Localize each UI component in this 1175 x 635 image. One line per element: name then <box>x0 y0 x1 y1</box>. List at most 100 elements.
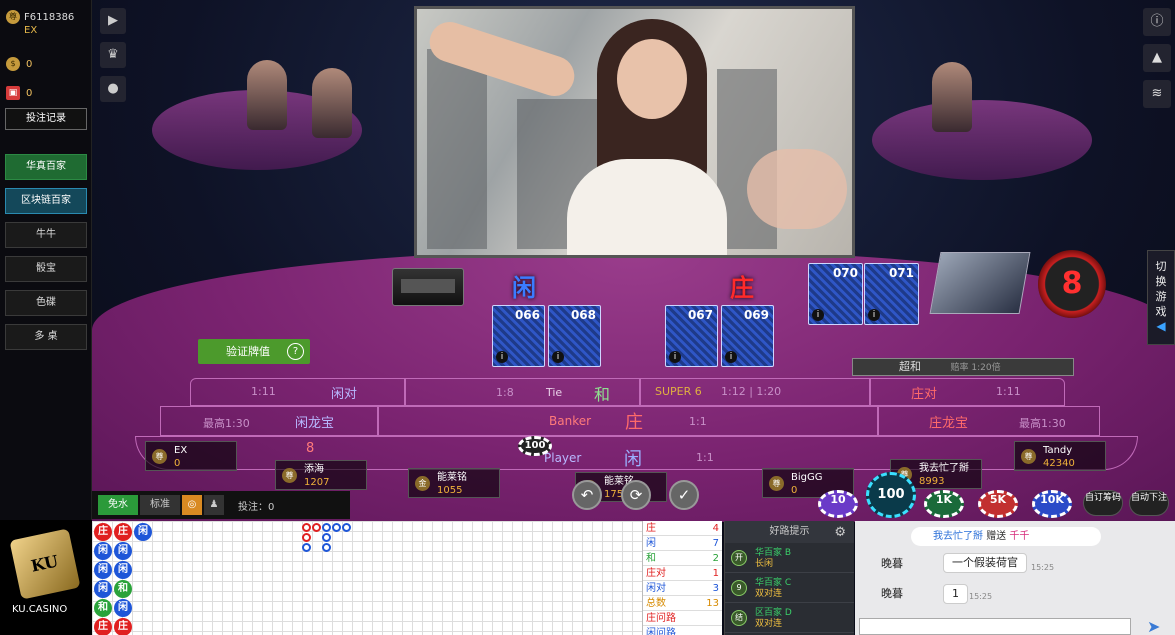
extra-card[interactable]: 070 i <box>808 263 863 325</box>
player-seat[interactable]: 尊 Tandy 42340 <box>1014 441 1106 471</box>
bead-result: 闲 <box>134 523 152 541</box>
bead-result: 闲 <box>114 599 132 617</box>
chip-100[interactable]: 100 <box>866 472 916 518</box>
chip-10k[interactable]: 10K <box>1032 490 1072 518</box>
bet-zone-banker-dragon[interactable]: 庄龙宝 最高1:30 <box>878 406 1100 436</box>
zone-label: 和 <box>594 385 611 404</box>
seat-amount: 8993 <box>919 476 945 487</box>
chat-input[interactable] <box>859 618 1131 635</box>
banker-card[interactable]: 069 i <box>721 305 774 367</box>
mode-standard[interactable]: 标准 <box>140 495 180 515</box>
bet-zone-tie[interactable]: 1:8 Tie 和 <box>405 378 640 406</box>
tip-tag: 双对连 <box>755 589 783 599</box>
video-toggle-icon[interactable]: ▶ <box>100 8 126 34</box>
confirm-button[interactable]: ✓ <box>669 480 699 510</box>
card-number: 068 <box>570 308 596 322</box>
big-road-mark <box>322 533 331 542</box>
bet-zone-player-dragon[interactable]: 最高1:30 闲龙宝 <box>160 406 378 436</box>
banker-card[interactable]: 067 i <box>665 305 718 367</box>
user-icon[interactable]: ● <box>100 76 126 102</box>
wifi-icon[interactable]: ≋ <box>1143 80 1171 108</box>
game-tab-sicbo[interactable]: 骰宝 <box>5 256 87 282</box>
verify-cards-button[interactable]: 验证牌值 ? <box>198 339 310 364</box>
zone-odds: 最高1:30 <box>1019 417 1066 430</box>
person-icon[interactable]: ♟ <box>204 495 224 515</box>
chip-5k[interactable]: 5K <box>978 490 1018 518</box>
switch-game-tab[interactable]: 切换游戏 ◀ <box>1147 250 1175 345</box>
mode-free-commission[interactable]: 免水 <box>98 495 138 515</box>
player-seat[interactable]: 尊 EX 0 <box>145 441 237 471</box>
gift-sender: 我去忙了掰 <box>933 531 983 542</box>
card-info-icon[interactable]: i <box>868 309 880 321</box>
repeat-button[interactable]: ⟳ <box>621 480 651 510</box>
tip-item[interactable]: 结区百家 D 双对连 <box>725 603 854 633</box>
card-info-icon[interactable]: i <box>552 351 564 363</box>
bet-zone-super6[interactable]: SUPER 6 1:12 | 1:20 <box>640 378 870 406</box>
game-tab-huazhen-baccarat[interactable]: 华真百家 <box>5 154 87 180</box>
game-tab-niuniu[interactable]: 牛牛 <box>5 222 87 248</box>
big-road-mark <box>312 523 321 532</box>
gear-icon[interactable]: ⚙ <box>834 522 846 544</box>
custom-chips-button[interactable]: 自订筹码 <box>1083 490 1123 516</box>
game-tab-sedie[interactable]: 色碟 <box>5 290 87 316</box>
placed-chip: 100 <box>518 436 552 456</box>
bet-zone-banker[interactable]: Banker 庄 1:1 <box>378 406 878 436</box>
card-info-icon[interactable]: i <box>669 351 681 363</box>
auto-bet-button[interactable]: 自动下注 <box>1129 490 1169 516</box>
chat-time: 15:25 <box>1031 563 1055 572</box>
card-info-icon[interactable]: i <box>812 309 824 321</box>
game-tab-multi-table[interactable]: 多 桌 <box>5 324 87 350</box>
stat-label: 闲 <box>646 538 656 549</box>
stat-value: 7 <box>712 538 719 549</box>
crown-icon[interactable]: ♛ <box>100 42 126 68</box>
gift-row: ▣ 0 <box>6 86 32 100</box>
bet-total: 投注：0 <box>238 501 275 513</box>
big-road-mark <box>302 533 311 542</box>
avatar: 尊 <box>769 476 784 491</box>
chip-10[interactable]: 10 <box>818 490 858 518</box>
switch-game-label: 切换游戏 <box>1155 260 1167 318</box>
player-card[interactable]: 068 i <box>548 305 601 367</box>
undo-button[interactable]: ↶ <box>572 480 602 510</box>
tip-item[interactable]: 开华百家 B 长闲 <box>725 543 854 573</box>
bet-zone-banker-pair[interactable]: 庄对 1:11 <box>870 378 1065 406</box>
player-seat[interactable]: 尊添海 1207 <box>275 460 367 490</box>
stat-value: 3 <box>712 583 719 594</box>
player-card[interactable]: 066 i <box>492 305 545 367</box>
stat-row: 闲对 3 <box>643 581 722 596</box>
chat-panel: 我去忙了掰 赠送 千千 晚暮 一个假装荷官 15:25 晚暮 1 15:25 ➤ <box>855 521 1175 635</box>
card-info-icon[interactable]: i <box>725 351 737 363</box>
bead-result: 庄 <box>94 618 112 635</box>
card-info-icon[interactable]: i <box>496 351 508 363</box>
view-icons: ▶ ♛ ● <box>100 8 126 102</box>
bet-zone-player-pair[interactable]: 1:11 闲对 <box>190 378 405 406</box>
player-seat[interactable]: 金能莱铭 1055 <box>408 468 500 498</box>
tip-item[interactable]: 9 华百家 C 双对连 <box>725 573 854 603</box>
chip-1k[interactable]: 1K <box>924 490 964 518</box>
multi-bet-icon[interactable]: ◎ <box>182 495 202 515</box>
seat-amount: 0 <box>174 458 181 469</box>
rocket-icon[interactable]: ▲ <box>1143 44 1171 72</box>
chat-user: 晚暮 <box>881 557 903 570</box>
help-icon[interactable]: ? <box>287 343 304 360</box>
zone-en: Tie <box>546 386 563 399</box>
extra-card[interactable]: 071 i <box>864 263 919 325</box>
send-icon[interactable]: ➤ <box>1147 617 1160 635</box>
tips-title: 好路提示 <box>769 526 810 537</box>
stat-row: 闲问路 <box>643 626 722 635</box>
bead-result: 庄 <box>94 523 112 541</box>
brand-logo: KU.CASINO <box>0 520 92 635</box>
bet-history-button[interactable]: 投注记录 <box>5 108 87 130</box>
gift-target: 千千 <box>1009 531 1030 542</box>
stat-value: 2 <box>712 553 719 564</box>
zone-en: Banker <box>549 414 592 428</box>
stat-label: 庄对 <box>646 568 666 579</box>
bead-result: 和 <box>94 599 112 617</box>
game-tab-blockchain-baccarat[interactable]: 区块链百家 <box>5 188 87 214</box>
zone-en: SUPER 6 <box>655 385 702 398</box>
top-right-icons: ⓘ ▲ ≋ <box>1143 8 1171 108</box>
seat-amount: 1207 <box>304 477 330 488</box>
info-icon[interactable]: ⓘ <box>1143 8 1171 36</box>
stat-label: 庄 <box>646 523 656 534</box>
seat-name: 添海 <box>304 464 324 475</box>
